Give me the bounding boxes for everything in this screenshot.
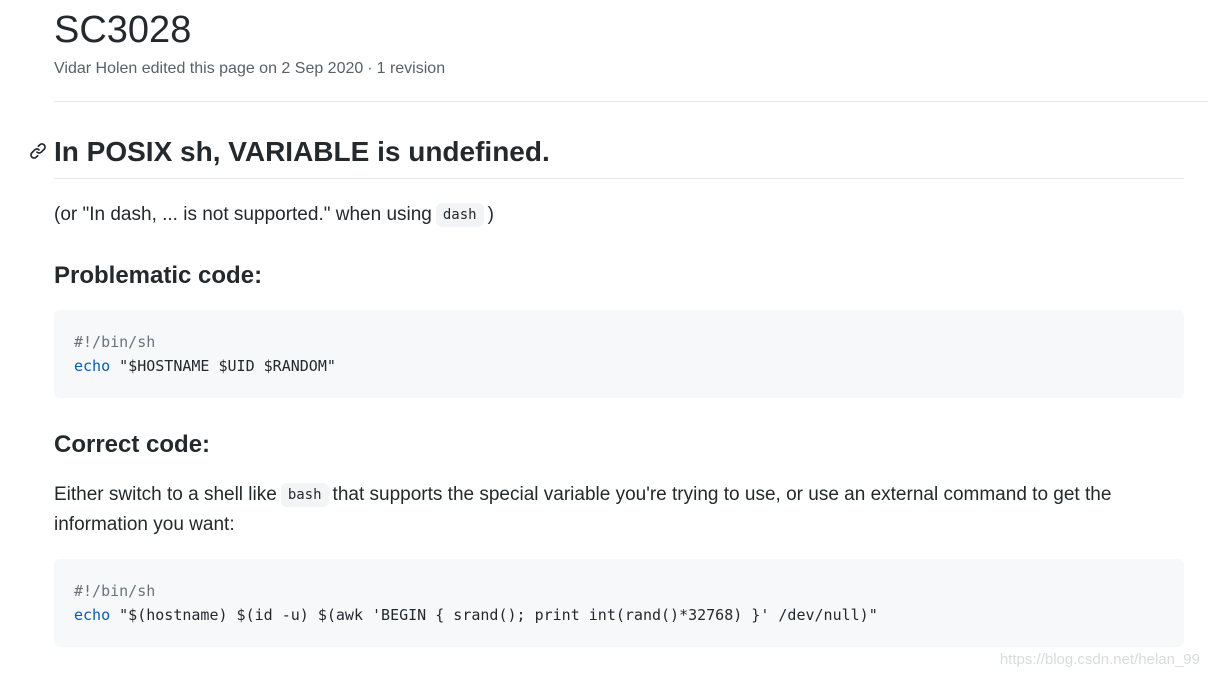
header-divider [54,101,1208,102]
correct-explanation: Either switch to a shell like bash that su… [54,480,1184,540]
shebang: #!/bin/sh [74,333,156,351]
echo-builtin: echo [74,606,111,624]
problematic-heading: Problematic code: [54,262,263,289]
inline-code-dash: dash [435,203,484,227]
revision-link[interactable]: 1 revision [377,60,445,77]
shebang: #!/bin/sh [74,582,156,600]
section-heading: In POSIX sh, VARIABLE is undefined. [54,136,550,167]
problematic-code-block: #!/bin/sh echo "$HOSTNAME $UID $RANDOM" [54,310,1184,398]
page-title: SC3028 [54,9,192,51]
dash-note: (or "In dash, ... is not supported." whe… [54,200,494,230]
echo-args: "$(hostname) $(id -u) $(awk 'BEGIN { sra… [110,606,878,624]
explanation-text: Either switch to a shell like [54,484,277,505]
page-meta: Vidar Holen edited this page on 2 Sep 20… [54,59,445,79]
echo-builtin: echo [74,357,111,375]
correct-heading: Correct code: [54,431,211,458]
code-line: echo "$HOSTNAME $UID $RANDOM" [74,354,1164,378]
echo-args: "$HOSTNAME $UID $RANDOM" [110,357,336,375]
code-line: #!/bin/sh [74,330,1164,354]
link-icon[interactable] [28,141,48,161]
edit-info[interactable]: Vidar Holen edited this page on 2 Sep 20… [54,60,363,77]
note-text: (or "In dash, ... is not supported." whe… [54,204,432,225]
code-line: echo "$(hostname) $(id -u) $(awk 'BEGIN … [74,603,1164,627]
correct-code-block: #!/bin/sh echo "$(hostname) $(id -u) $(a… [54,559,1184,647]
heading-divider [54,178,1184,179]
note-close: ) [487,204,494,225]
wiki-page: SC3028 Vidar Holen edited this page on 2… [0,0,1208,678]
watermark: https://blog.csdn.net/helan_99 [999,651,1200,668]
inline-code-bash: bash [280,483,329,507]
code-line: #!/bin/sh [74,579,1164,603]
meta-separator: · [367,60,373,77]
